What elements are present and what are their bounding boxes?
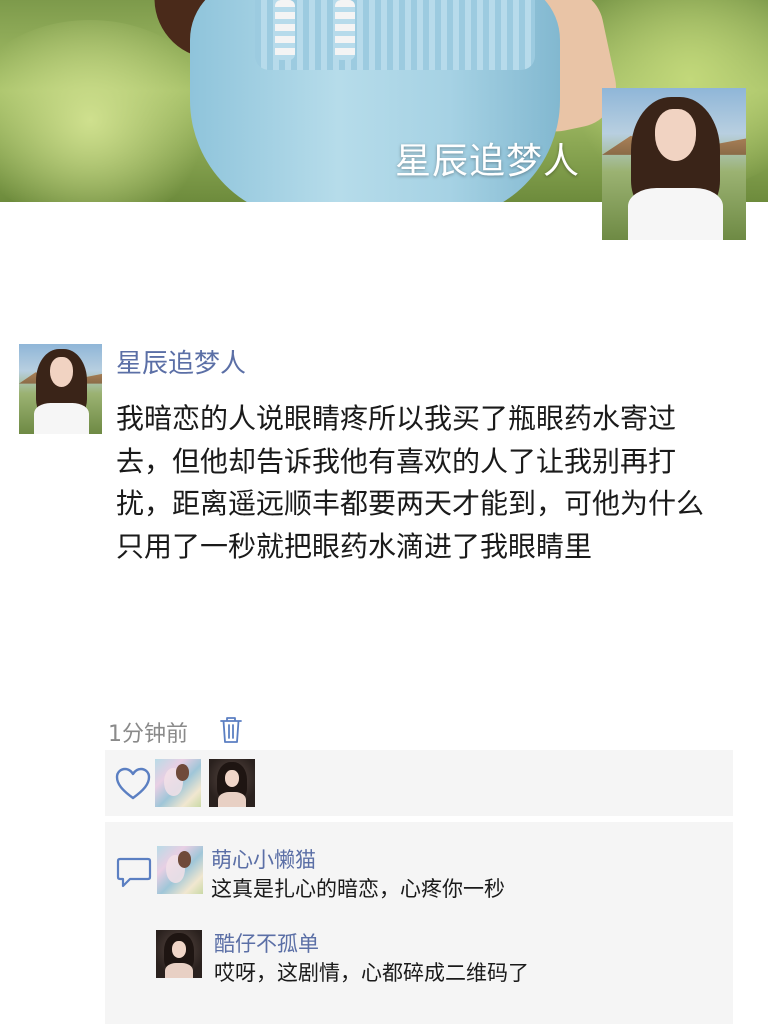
- comment-avatar[interactable]: [157, 846, 203, 894]
- profile-avatar[interactable]: [602, 88, 746, 240]
- heart-icon[interactable]: [114, 766, 152, 802]
- comment-author[interactable]: 萌心小懒猫: [211, 844, 316, 874]
- comment-avatar[interactable]: [156, 930, 202, 978]
- comment-text: 这真是扎心的暗恋，心疼你一秒: [211, 877, 505, 901]
- post-author-name[interactable]: 星辰追梦人: [116, 343, 246, 380]
- post-timestamp: 1分钟前: [108, 722, 188, 747]
- post-text: 我暗恋的人说眼睛疼所以我买了瓶眼药水寄过去，但他却告诉我他有喜欢的人了让我别再打…: [116, 402, 705, 563]
- comment-icon[interactable]: [116, 856, 152, 890]
- comment-text: 哎呀，这剧情，心都碎成二维码了: [214, 961, 529, 985]
- like-avatar[interactable]: [209, 759, 255, 807]
- comment-author[interactable]: 酷仔不孤单: [214, 928, 319, 958]
- like-avatar[interactable]: [155, 759, 201, 807]
- trash-icon[interactable]: [219, 716, 243, 744]
- post-author-avatar[interactable]: [19, 344, 102, 434]
- profile-name: 星辰追梦人: [394, 141, 580, 182]
